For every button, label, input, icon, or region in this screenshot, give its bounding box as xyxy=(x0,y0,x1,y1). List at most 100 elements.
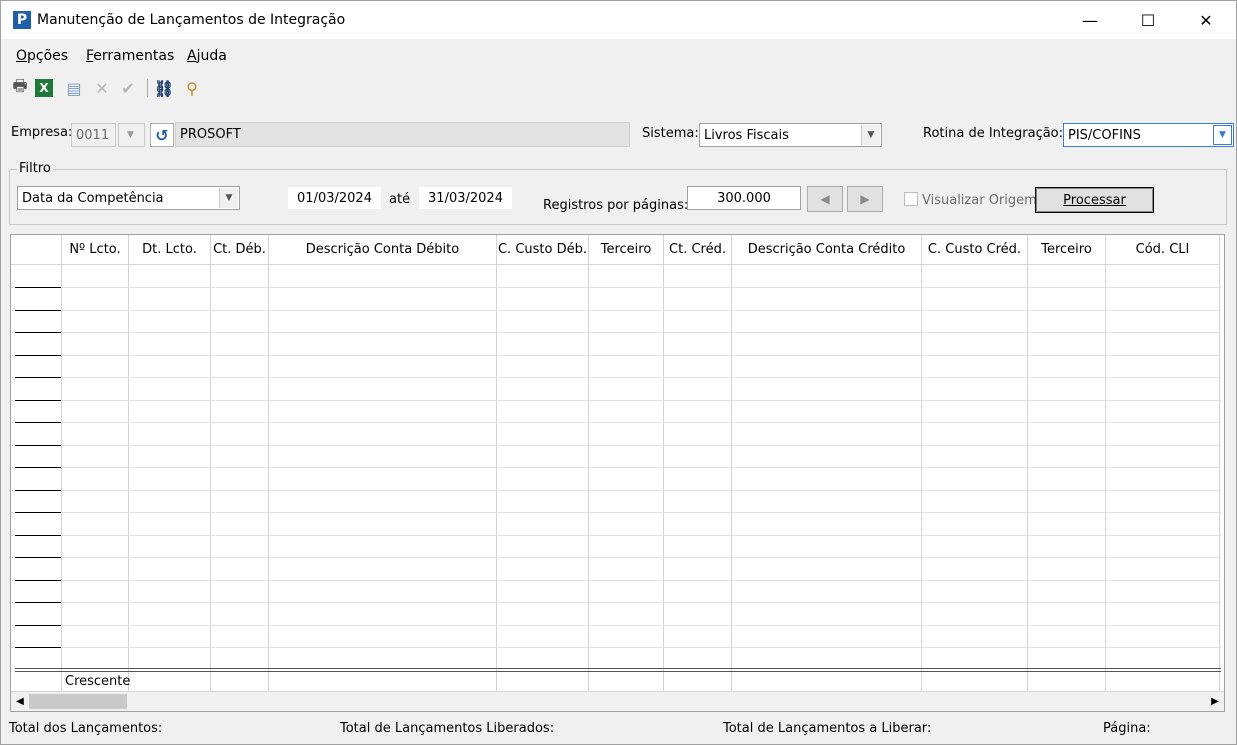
row-indicator-line xyxy=(15,512,61,513)
row-indicator-line xyxy=(15,377,61,378)
records-per-page-input[interactable]: 300.000 xyxy=(687,186,801,210)
date-type-value: Data da Competência xyxy=(22,191,164,206)
toolbar: 🖶 X ▤ ✕ ✔ ⛓ ⚲ xyxy=(7,75,227,101)
document-icon[interactable]: ▤ xyxy=(63,77,85,99)
row-indicator-line xyxy=(15,535,61,536)
chevron-down-icon: ▼ xyxy=(1213,125,1232,145)
menu-bar: Opções Ferramentas Ajuda xyxy=(1,41,1236,71)
title-bar: P Manutenção de Lançamentos de Integraçã… xyxy=(1,1,1236,39)
scroll-left-icon[interactable]: ◀ xyxy=(11,692,29,711)
col-header[interactable]: C. Custo Créd. xyxy=(922,235,1028,265)
confirm-check-icon[interactable]: ✔ xyxy=(117,77,139,99)
col-header[interactable]: Dt. Lcto. xyxy=(129,235,211,265)
table-row-line xyxy=(11,490,1221,491)
show-origin-checkbox[interactable] xyxy=(904,192,918,206)
routine-label: Rotina de Integração: xyxy=(923,126,1064,141)
until-label: até xyxy=(389,192,411,207)
chevron-down-icon: ▼ xyxy=(219,188,238,208)
next-page-button[interactable]: ▶ xyxy=(847,186,883,212)
table-row-line xyxy=(11,580,1221,581)
system-select[interactable]: Livros Fiscais ▼ xyxy=(699,123,882,147)
table-row-line xyxy=(11,512,1221,513)
col-header[interactable]: Cód. CLI xyxy=(1106,235,1220,265)
row-indicator-line xyxy=(15,490,61,491)
col-header[interactable]: Ct. Créd. xyxy=(664,235,732,265)
toolbar-separator xyxy=(147,79,148,97)
entries-grid[interactable]: Nº Lcto. Dt. Lcto. Ct. Déb. Descrição Co… xyxy=(10,234,1225,712)
table-row-line xyxy=(11,287,1221,288)
cancel-x-icon[interactable]: ✕ xyxy=(91,77,113,99)
col-header[interactable]: Terceiro xyxy=(589,235,664,265)
page-label: Página: xyxy=(1103,721,1151,736)
close-button[interactable]: ✕ xyxy=(1177,1,1235,39)
minimize-button[interactable]: — xyxy=(1061,1,1119,39)
row-indicator-header xyxy=(11,235,62,265)
menu-label: pções xyxy=(27,48,69,64)
row-indicator-line xyxy=(15,355,61,356)
process-button-label: Processar xyxy=(1063,192,1126,208)
row-indicator-line xyxy=(15,400,61,401)
row-indicator-line xyxy=(15,557,61,558)
col-header[interactable]: Nº Lcto. xyxy=(62,235,129,265)
col-header[interactable]: Ct. Déb. xyxy=(211,235,269,265)
maximize-button[interactable]: ☐ xyxy=(1119,1,1177,39)
menu-opcoes[interactable]: Opções xyxy=(16,48,68,64)
to-release-entries-label: Total de Lançamentos a Liberar: xyxy=(723,721,932,736)
row-indicator-line xyxy=(15,287,61,288)
prev-page-button[interactable]: ◀ xyxy=(807,186,843,212)
main-window: P Manutenção de Lançamentos de Integraçã… xyxy=(0,0,1237,745)
row-indicator-line xyxy=(15,310,61,311)
chevron-down-icon: ▼ xyxy=(861,125,880,145)
date-to-input[interactable]: 31/03/2024 xyxy=(418,186,513,210)
horizontal-scrollbar[interactable]: ◀ ▶ xyxy=(11,691,1224,711)
scroll-thumb[interactable] xyxy=(29,694,127,709)
row-indicator-line xyxy=(15,625,61,626)
records-per-page-label: Registros por páginas: xyxy=(543,198,689,213)
magnifier-icon[interactable]: ⚲ xyxy=(181,77,203,99)
chevron-down-icon: ▼ xyxy=(119,125,143,145)
menu-ferramentas[interactable]: Ferramentas xyxy=(86,48,174,64)
company-name: PROSOFT xyxy=(175,122,630,147)
printer-icon[interactable]: 🖶 xyxy=(9,76,31,99)
process-button[interactable]: Processar xyxy=(1035,187,1154,213)
row-indicator-line xyxy=(15,467,61,468)
filter-legend: Filtro xyxy=(17,161,53,176)
table-row-line xyxy=(11,467,1221,468)
routine-select[interactable]: PIS/COFINS ▼ xyxy=(1063,123,1234,147)
sort-label: Crescente xyxy=(65,674,131,689)
company-dropdown[interactable]: ▼ xyxy=(118,123,145,147)
table-row-line xyxy=(11,557,1221,558)
row-indicator-line xyxy=(15,602,61,603)
system-label: Sistema: xyxy=(642,126,699,141)
arrow-left-icon: ◀ xyxy=(820,192,830,206)
refresh-icon[interactable]: ↺ xyxy=(150,123,174,147)
col-header[interactable]: Descrição Conta Débito xyxy=(269,235,497,265)
col-header[interactable]: C. Custo Déb. xyxy=(497,235,589,265)
table-row-line xyxy=(11,310,1221,311)
date-from-input[interactable]: 01/03/2024 xyxy=(287,186,382,210)
company-code-field[interactable]: 0011 xyxy=(71,123,116,147)
menu-label: juda xyxy=(196,48,227,64)
binoculars-icon[interactable]: ⛓ xyxy=(153,77,175,99)
scroll-right-icon[interactable]: ▶ xyxy=(1206,692,1224,711)
date-type-select[interactable]: Data da Competência ▼ xyxy=(17,186,240,210)
table-row-line xyxy=(11,377,1221,378)
window-title: Manutenção de Lançamentos de Integração xyxy=(37,12,346,28)
col-header[interactable]: Descrição Conta Crédito xyxy=(732,235,922,265)
menu-label: erramentas xyxy=(93,48,175,64)
company-label: Empresa: xyxy=(11,125,73,140)
app-logo-icon: P xyxy=(13,11,31,29)
total-entries-label: Total dos Lançamentos: xyxy=(9,721,163,736)
row-indicator-line xyxy=(15,445,61,446)
released-entries-label: Total de Lançamentos Liberados: xyxy=(340,721,555,736)
excel-export-icon[interactable]: X xyxy=(35,79,53,97)
table-row-line xyxy=(11,602,1221,603)
col-header[interactable]: Terceiro xyxy=(1028,235,1106,265)
table-row-line xyxy=(11,445,1221,446)
menu-accel: O xyxy=(16,48,28,64)
row-indicator-line xyxy=(15,332,61,333)
menu-ajuda[interactable]: Ajuda xyxy=(187,48,227,64)
system-value: Livros Fiscais xyxy=(704,128,789,143)
table-row-line xyxy=(11,625,1221,626)
routine-value: PIS/COFINS xyxy=(1068,128,1141,143)
